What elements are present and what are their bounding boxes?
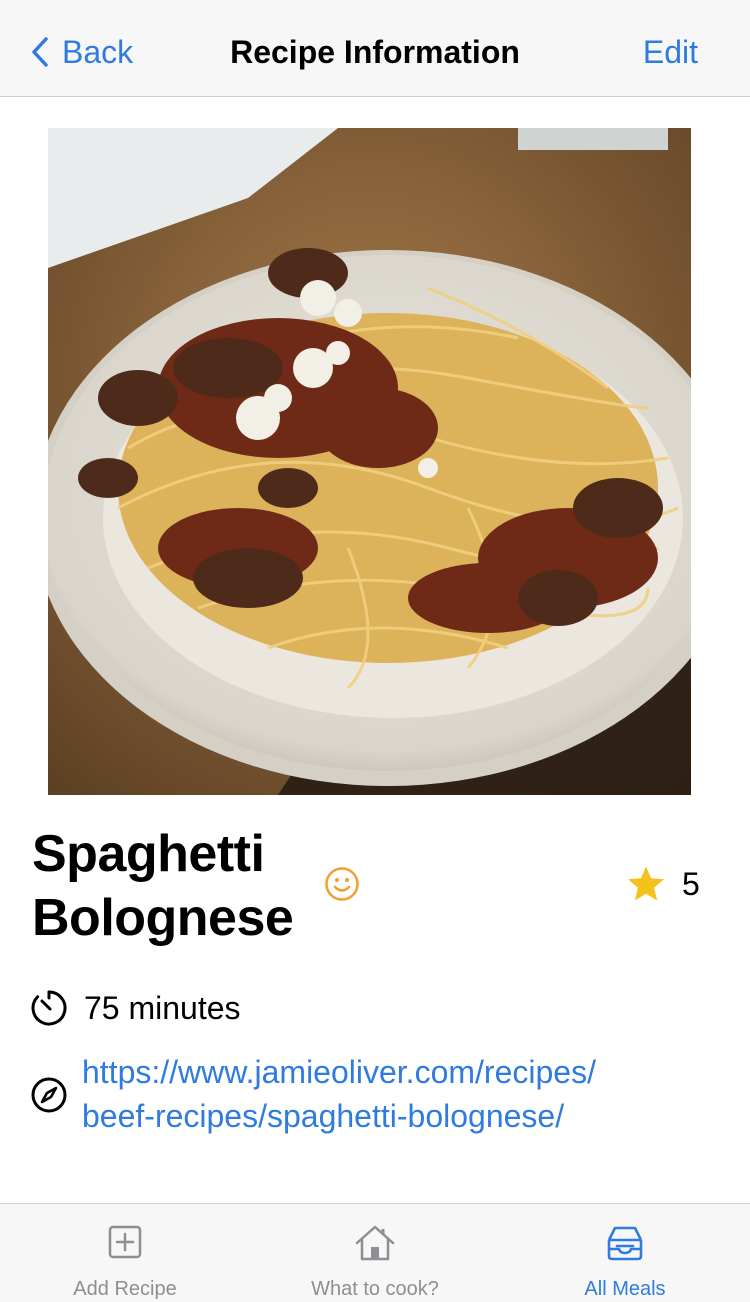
- rating-value: 5: [682, 865, 700, 902]
- tab-label: All Meals: [584, 1278, 666, 1300]
- recipe-url-link[interactable]: https://www.jamieoliver.com/recipes/ bee…: [82, 1050, 702, 1138]
- house-icon: [355, 1225, 395, 1261]
- chevron-left-icon: [32, 37, 48, 67]
- star-icon: [628, 866, 664, 901]
- back-button[interactable]: Back: [30, 30, 133, 74]
- smiley-face-icon: [325, 867, 359, 901]
- recipe-url-line-1: https://www.jamieoliver.com/recipes/: [82, 1054, 596, 1090]
- tab-all-meals[interactable]: All Meals: [500, 1204, 750, 1302]
- tab-what-to-cook[interactable]: What to cook?: [250, 1204, 500, 1302]
- duration-row: 75 minutes: [30, 988, 241, 1028]
- recipe-title: Spaghetti Bolognese: [32, 825, 294, 947]
- rating: 5: [626, 864, 700, 904]
- recipe-photo: [48, 128, 691, 795]
- tab-label: What to cook?: [311, 1278, 439, 1300]
- tray-icon: [607, 1226, 643, 1261]
- tab-add-recipe[interactable]: Add Recipe: [0, 1204, 250, 1302]
- timer-icon: [31, 990, 67, 1026]
- edit-button[interactable]: Edit: [643, 30, 698, 74]
- plus-square-icon: [108, 1225, 142, 1259]
- compass-icon: [31, 1077, 67, 1113]
- navigation-bar: Back Recipe Information Edit: [0, 0, 750, 97]
- tab-label: Add Recipe: [73, 1278, 177, 1300]
- recipe-url-line-2: beef-recipes/spaghetti-bolognese/: [82, 1098, 565, 1134]
- back-label: Back: [62, 33, 134, 70]
- tab-bar: Add Recipe What to cook? All Meals: [0, 1203, 750, 1302]
- duration-text: 75 minutes: [84, 989, 241, 1026]
